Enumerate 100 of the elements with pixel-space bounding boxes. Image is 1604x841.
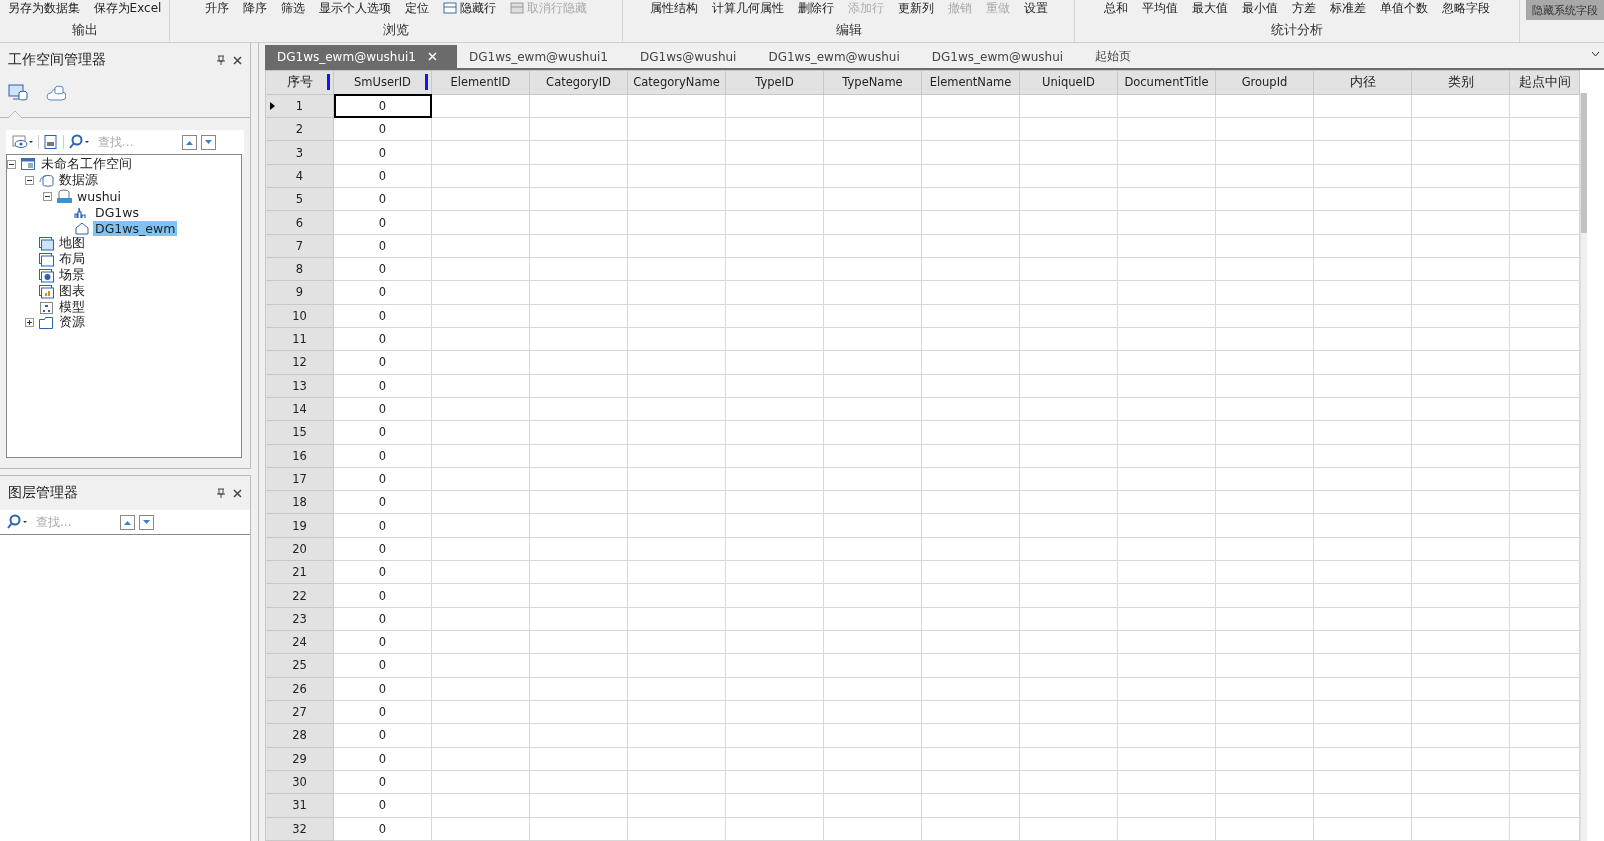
row-number: 24 — [292, 635, 307, 650]
table-cell: 0 — [378, 378, 387, 393]
close-icon[interactable] — [233, 55, 242, 65]
ribbon-button[interactable]: 最大值 — [1192, 0, 1228, 17]
tree-item[interactable]: DG1ws — [93, 204, 141, 220]
cloud-database-icon[interactable] — [46, 83, 66, 102]
tree-item[interactable]: 资源 — [57, 314, 87, 332]
group-label: 浏览 — [382, 22, 410, 39]
table-cell: 0 — [378, 728, 387, 743]
row-number: 28 — [292, 728, 307, 743]
document-tab[interactable]: 起始页 — [1083, 45, 1152, 68]
table-cell: 0 — [378, 658, 387, 673]
row-number: 16 — [292, 448, 307, 463]
ribbon-button[interactable]: 忽略字段 — [1442, 0, 1490, 17]
table-cell: 0 — [378, 821, 387, 836]
ribbon-button[interactable]: 删除行 — [797, 0, 834, 17]
row-number: 11 — [292, 332, 307, 347]
table-cell: 0 — [378, 99, 387, 113]
pin-icon[interactable] — [217, 488, 225, 498]
row-number: 32 — [292, 821, 307, 836]
ribbon-button[interactable]: 更新列 — [897, 0, 934, 17]
row-number: 22 — [292, 588, 307, 603]
bar-chart-icon — [38, 283, 55, 299]
table-icon — [443, 1, 457, 15]
tree-item[interactable]: wushui — [75, 189, 123, 204]
row-number: 6 — [295, 215, 304, 230]
table-cell: 0 — [378, 355, 387, 370]
ribbon-button[interactable]: 平均值 — [1142, 0, 1178, 17]
document-tab[interactable]: DG1ws@wushui — [627, 45, 757, 68]
row-number: 18 — [292, 495, 307, 510]
tree-item[interactable]: DG1ws_ewm — [93, 220, 178, 236]
table-icon — [510, 1, 524, 15]
table-cell: 0 — [378, 518, 387, 533]
document-tab[interactable]: DG1ws_ewm@wushui1 — [457, 45, 628, 68]
table-cell: 0 — [378, 122, 387, 137]
ribbon-button[interactable]: 显示个人选项 — [319, 0, 391, 17]
ribbon-button[interactable]: 标准差 — [1330, 0, 1366, 17]
expander-icon[interactable] — [7, 160, 16, 170]
close-icon[interactable] — [233, 488, 242, 498]
row-number: 29 — [292, 751, 307, 766]
row-number: 25 — [292, 658, 307, 673]
row-number: 19 — [292, 518, 307, 533]
ribbon-button[interactable]: 升序 — [205, 0, 229, 17]
tree-item[interactable]: 布局 — [57, 251, 87, 269]
ribbon-button[interactable]: 总和 — [1104, 0, 1128, 17]
tree-item[interactable]: 数据源 — [57, 172, 100, 190]
expander-icon[interactable] — [25, 176, 34, 186]
document-tab[interactable]: DG1ws_ewm@wushui — [756, 45, 920, 68]
ribbon-button[interactable]: 单值个数 — [1380, 0, 1428, 17]
table-cell: 0 — [378, 798, 387, 813]
tree-item[interactable]: 地图 — [57, 235, 87, 253]
table-cell: 0 — [378, 495, 387, 510]
ribbon-button[interactable]: 定位 — [405, 0, 429, 17]
ribbon-button[interactable]: 最小值 — [1242, 0, 1278, 17]
expander-icon[interactable] — [25, 318, 34, 328]
ribbon-button[interactable]: 方差 — [1292, 0, 1316, 17]
tree-item[interactable]: 模型 — [57, 298, 87, 316]
window-icon — [20, 157, 37, 173]
ribbon-button[interactable]: 隐藏行 — [443, 0, 496, 17]
search-field[interactable]: 查找... — [34, 514, 108, 530]
document-tab[interactable]: DG1ws_ewm@wushui — [919, 45, 1084, 68]
ribbon-button[interactable]: 筛选 — [281, 0, 305, 17]
pin-icon[interactable] — [217, 55, 225, 65]
eye-icon[interactable] — [12, 134, 34, 150]
row-number: 21 — [292, 565, 307, 580]
map-icon — [38, 236, 55, 252]
tree-item[interactable]: 未命名工作空间 — [39, 156, 134, 174]
column-header[interactable]: 内径 — [1349, 74, 1376, 90]
ribbon-button[interactable]: 保存为Excel — [93, 0, 162, 17]
search-icon[interactable] — [6, 514, 30, 530]
tree-item[interactable]: 图表 — [57, 282, 87, 300]
row-number: 2 — [295, 122, 304, 137]
ribbon-button[interactable]: 隐藏系统字段 — [1526, 0, 1604, 20]
scrollbar-thumb[interactable] — [1581, 93, 1587, 233]
table-cell: 0 — [378, 332, 387, 347]
document-icon[interactable] — [43, 134, 59, 150]
panel-title: 图层管理器 — [8, 484, 79, 502]
ribbon-button[interactable]: 设置 — [1023, 0, 1048, 17]
tree-item[interactable]: 场景 — [57, 267, 87, 284]
row-number: 7 — [295, 238, 304, 253]
computer-database-icon[interactable] — [8, 83, 28, 102]
panel-title: 工作空间管理器 — [8, 51, 107, 69]
ribbon-button[interactable]: 属性结构 — [649, 0, 698, 17]
table-cell: 0 — [378, 448, 387, 463]
search-icon[interactable] — [68, 134, 92, 150]
table-cell: 0 — [378, 705, 387, 720]
column-header[interactable]: 类别 — [1447, 74, 1474, 90]
chevron-down-icon[interactable] — [1591, 51, 1600, 57]
row-number: 14 — [292, 402, 307, 417]
row-number: 9 — [295, 285, 304, 300]
ribbon-button[interactable]: 另存为数据集 — [7, 0, 80, 17]
table-cell: 0 — [378, 425, 387, 440]
table-cell: 0 — [378, 541, 387, 556]
ribbon-button[interactable]: 降序 — [243, 0, 267, 17]
table-cell: 0 — [378, 215, 387, 230]
ribbon-button[interactable]: 计算几何属性 — [711, 0, 784, 17]
table-cell: 0 — [378, 308, 387, 323]
document-tab[interactable]: DG1ws_ewm@wushui1 — [265, 45, 457, 68]
folder-icon — [38, 315, 55, 331]
expander-icon[interactable] — [43, 192, 52, 201]
